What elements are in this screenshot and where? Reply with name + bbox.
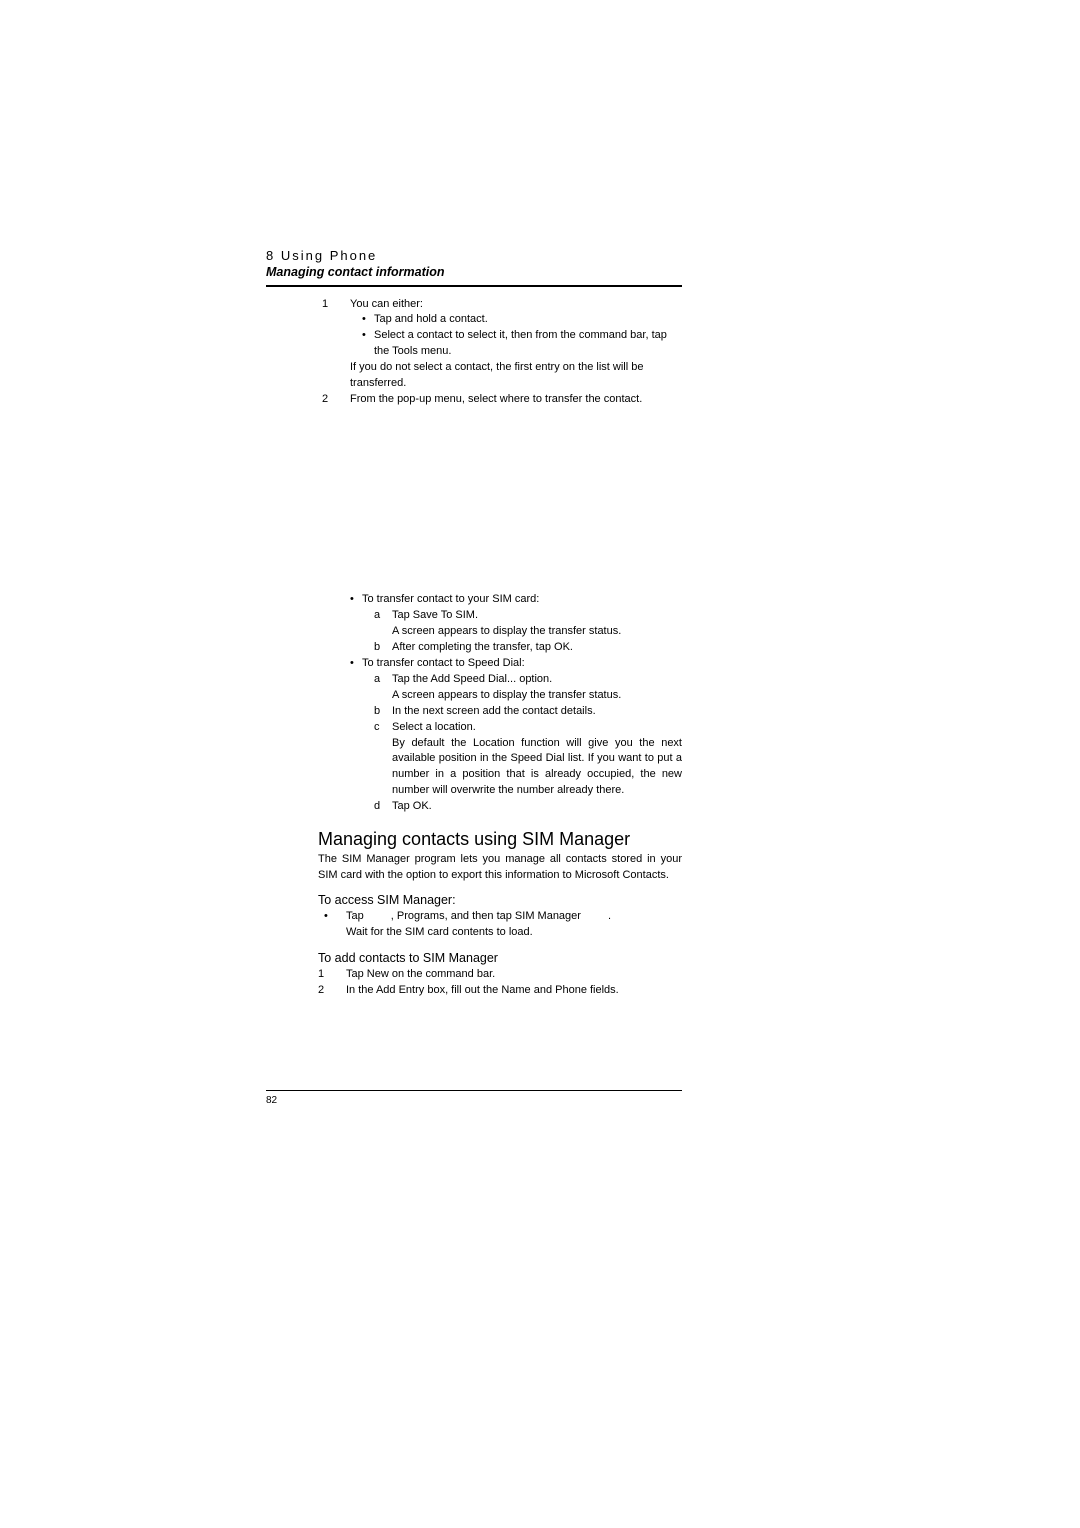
document-page: 8 Using Phone Managing contact informati…: [0, 0, 1080, 1528]
lettered-body: Select a location. By default the Locati…: [392, 720, 682, 800]
bullet-line2: Wait for the SIM card contents to load.: [346, 925, 682, 941]
bullet-text: To transfer contact to Speed Dial: a Tap…: [362, 656, 682, 815]
lettered-text: Select a location.: [392, 721, 476, 733]
bullet-dot-icon: •: [318, 909, 346, 941]
bullet-lead: To transfer contact to Speed Dial:: [362, 657, 525, 669]
list-item: 2 From the pop-up menu, select where to …: [322, 392, 682, 408]
bullet-dot-icon: •: [362, 328, 374, 360]
bullet-item: • To transfer contact to your SIM card: …: [350, 592, 682, 656]
numbered-list: 1 Tap New on the command bar. 2 In the A…: [318, 967, 682, 999]
lettered-list: a Tap Save To SIM. A screen appears to d…: [374, 608, 682, 656]
bullet-item: • To transfer contact to Speed Dial: a T…: [350, 656, 682, 815]
list-number: 1: [318, 967, 346, 983]
letter-marker: b: [374, 640, 392, 656]
text-fragment: .: [608, 910, 611, 922]
lettered-item: b After completing the transfer, tap OK.: [374, 640, 682, 656]
lettered-list: a Tap the Add Speed Dial... option. A sc…: [374, 672, 682, 815]
numbered-list: 1 You can either: • Tap and hold a conta…: [322, 297, 682, 409]
transfer-options: • To transfer contact to your SIM card: …: [350, 592, 682, 815]
section-intro: The SIM Manager program lets you manage …: [318, 852, 682, 883]
list-body: You can either: • Tap and hold a contact…: [350, 297, 682, 393]
list-item: 1 You can either: • Tap and hold a conta…: [322, 297, 682, 393]
page-footer: 82: [266, 1090, 682, 1106]
lettered-item: d Tap OK.: [374, 799, 682, 815]
lettered-item: b In the next screen add the contact det…: [374, 704, 682, 720]
list-item: 2 In the Add Entry box, fill out the Nam…: [318, 983, 682, 999]
text-fragment: Tap: [346, 910, 367, 922]
bullet-body: Tap , Programs, and then tap SIM Manager…: [346, 909, 682, 941]
list-number: 2: [322, 392, 350, 408]
lettered-text: Tap OK.: [392, 799, 682, 815]
list-text: In the Add Entry box, fill out the Name …: [346, 983, 682, 999]
section-heading-wrap: Managing contacts using SIM Manager: [318, 829, 682, 850]
divider: [266, 285, 682, 287]
list-text: From the pop-up menu, select where to tr…: [350, 392, 682, 408]
list-note: If you do not select a contact, the firs…: [350, 360, 682, 392]
list-text: Tap New on the command bar.: [346, 967, 682, 983]
lettered-text: Tap Save To SIM.: [392, 609, 478, 621]
sub-text: A screen appears to display the transfer…: [392, 624, 682, 640]
bullet-text: Tap and hold a contact.: [374, 312, 682, 328]
lettered-item: a Tap Save To SIM. A screen appears to d…: [374, 608, 682, 640]
subsection-heading: To access SIM Manager:: [318, 893, 682, 907]
letter-marker: c: [374, 720, 392, 800]
page-content: 8 Using Phone Managing contact informati…: [266, 248, 682, 999]
bullet-dot-icon: •: [350, 656, 362, 815]
section-subtitle: Managing contact information: [266, 265, 682, 279]
list-number: 2: [318, 983, 346, 999]
bullet-dot-icon: •: [362, 312, 374, 328]
list-item: 1 Tap New on the command bar.: [318, 967, 682, 983]
list-number: 1: [322, 297, 350, 393]
embedded-screenshot-placeholder: [266, 408, 682, 592]
outer-bullet-list: • Tap , Programs, and then tap SIM Manag…: [318, 909, 682, 941]
section-heading: Managing contacts using SIM Manager: [318, 829, 682, 850]
lettered-text: In the next screen add the contact detai…: [392, 704, 682, 720]
lettered-text: Tap the Add Speed Dial... option.: [392, 673, 552, 685]
sub-text: A screen appears to display the transfer…: [392, 688, 682, 704]
lettered-item: c Select a location. By default the Loca…: [374, 720, 682, 800]
letter-marker: b: [374, 704, 392, 720]
bullet-lead: To transfer contact to your SIM card:: [362, 593, 539, 605]
bullet-dot-icon: •: [350, 592, 362, 656]
letter-marker: a: [374, 608, 392, 640]
lettered-body: Tap the Add Speed Dial... option. A scre…: [392, 672, 682, 704]
list-text: You can either:: [350, 298, 423, 310]
bullet-item: • Tap and hold a contact.: [362, 312, 682, 328]
lettered-body: Tap Save To SIM. A screen appears to dis…: [392, 608, 682, 640]
bullet-text: Select a contact to select it, then from…: [374, 328, 682, 360]
text-fragment: , Programs, and then tap SIM Manager: [391, 910, 584, 922]
chapter-heading: 8 Using Phone: [266, 248, 682, 263]
footer-divider: [266, 1090, 682, 1091]
sub-text: By default the Location function will gi…: [392, 736, 682, 800]
lettered-item: a Tap the Add Speed Dial... option. A sc…: [374, 672, 682, 704]
bullet-text: To transfer contact to your SIM card: a …: [362, 592, 682, 656]
bullet-item: • Select a contact to select it, then fr…: [362, 328, 682, 360]
subsection-heading: To add contacts to SIM Manager: [318, 951, 682, 965]
letter-marker: d: [374, 799, 392, 815]
lettered-text: After completing the transfer, tap OK.: [392, 640, 682, 656]
nested-bullet-list: • Tap and hold a contact. • Select a con…: [362, 312, 682, 360]
bullet-item: • Tap , Programs, and then tap SIM Manag…: [318, 909, 682, 941]
page-number: 82: [266, 1095, 682, 1106]
letter-marker: a: [374, 672, 392, 704]
